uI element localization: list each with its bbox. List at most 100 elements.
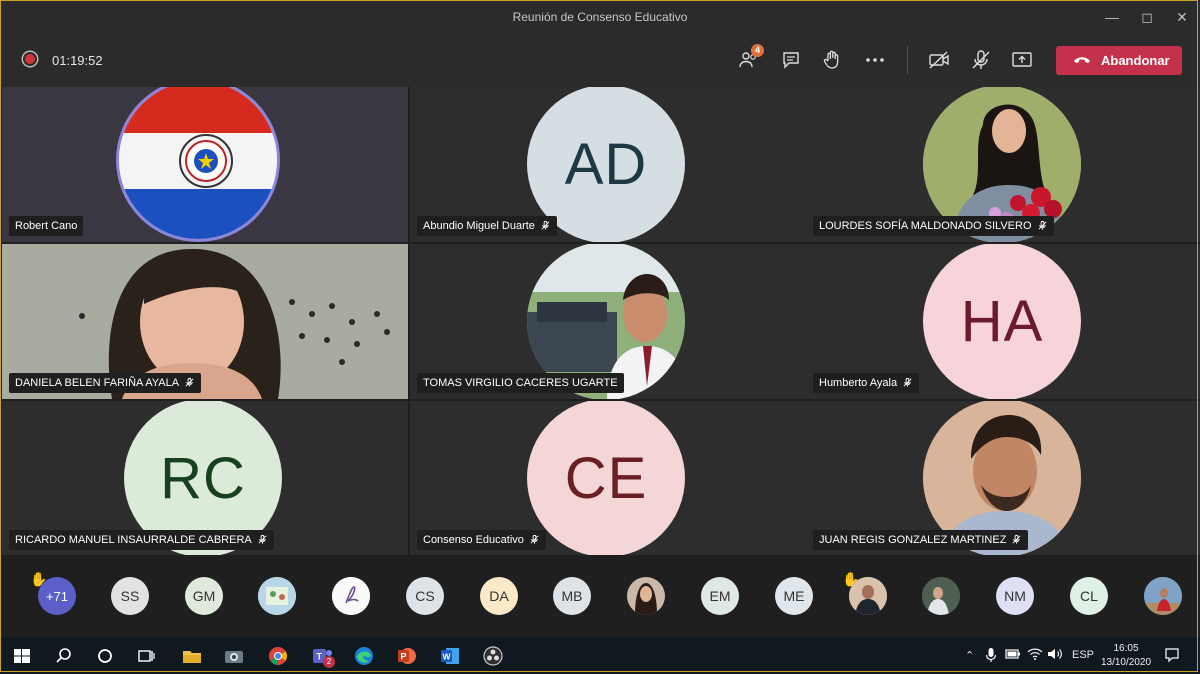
chrome-button[interactable] — [266, 644, 290, 668]
edge-icon — [355, 647, 373, 665]
tray-overflow-icon[interactable]: ⌃ — [965, 649, 974, 662]
battery-icon[interactable] — [1005, 648, 1021, 663]
video-grid: Robert Cano AD Abundio Miguel Duarte LOU… — [0, 87, 1200, 556]
more-actions-button[interactable] — [863, 48, 887, 72]
teams-button[interactable]: T 2 — [310, 644, 335, 668]
language-indicator[interactable]: ESP — [1072, 649, 1094, 661]
leave-label: Abandonar — [1101, 53, 1170, 68]
tray-mic-icon[interactable] — [985, 647, 997, 666]
participant-chip[interactable]: EM — [701, 577, 739, 615]
teams-badge: 2 — [323, 656, 335, 668]
obs-button[interactable] — [481, 644, 505, 668]
participant-chip[interactable]: NM — [996, 577, 1034, 615]
volume-icon[interactable] — [1047, 647, 1063, 664]
word-icon: W — [441, 648, 459, 664]
participant-tile[interactable]: JUAN REGIS GONZALEZ MARTINEZ — [806, 401, 1200, 556]
participant-chip[interactable]: CL — [1070, 577, 1108, 615]
muted-mic-icon — [529, 532, 540, 552]
participant-chip[interactable]: GM — [185, 577, 223, 615]
hang-up-icon — [1074, 57, 1090, 63]
camera-toggle-button[interactable] — [927, 48, 951, 72]
overflow-participants-button[interactable]: +71 — [38, 577, 76, 615]
muted-mic-icon — [184, 375, 195, 395]
participant-name: TOMAS VIRGILIO CACERES UGARTE — [417, 373, 624, 393]
muted-mic-icon — [902, 375, 913, 395]
participant-name: DANIELA BELEN FARIÑA AYALA — [9, 373, 202, 395]
task-view-button[interactable] — [134, 644, 158, 668]
windows-taskbar: T 2 P W ⌃ ESP 16:05 13/10/2020 — [0, 637, 1200, 674]
svg-text:W: W — [443, 652, 452, 662]
hand-icon — [823, 50, 839, 69]
participant-tile[interactable]: HA Humberto Ayala — [806, 244, 1200, 399]
participant-tile[interactable]: CE Consenso Educativo — [410, 401, 816, 556]
svg-text:P: P — [401, 652, 407, 662]
participant-strip: ✋ +71 SS GM CS DA MB EM ME ✋ NM CL — [0, 555, 1200, 637]
svg-text:T: T — [317, 652, 323, 662]
wifi-icon[interactable] — [1027, 647, 1043, 664]
powerpoint-button[interactable]: P — [395, 644, 419, 668]
mic-off-icon — [972, 50, 990, 69]
share-screen-icon — [1012, 52, 1032, 67]
meeting-timer: 01:19:52 — [52, 53, 103, 68]
notifications-button[interactable] — [1164, 647, 1180, 666]
more-icon — [866, 58, 884, 62]
portrait-thumbnail-icon — [849, 577, 887, 615]
close-button[interactable]: ✕ — [1171, 6, 1193, 28]
participant-tile[interactable]: RC RICARDO MANUEL INSAURRALDE CABRERA — [2, 401, 408, 556]
participant-name: RICARDO MANUEL INSAURRALDE CABRERA — [9, 530, 274, 550]
initials-avatar: HA — [923, 244, 1081, 399]
participant-chip-photo[interactable] — [1144, 577, 1182, 615]
participants-badge: 4 — [751, 44, 764, 57]
participant-chip-photo[interactable] — [258, 577, 296, 615]
participant-chip[interactable]: SS — [111, 577, 149, 615]
participant-tile[interactable]: LOURDES SOFÍA MALDONADO SILVERO — [806, 87, 1200, 242]
paraguay-flag-icon — [119, 87, 277, 239]
toolbar-divider — [907, 46, 908, 74]
participant-tile[interactable]: TOMAS VIRGILIO CACERES UGARTE — [410, 244, 816, 399]
file-explorer-button[interactable] — [180, 644, 204, 668]
mic-toggle-button[interactable] — [969, 48, 993, 72]
logo-thumbnail-icon — [332, 577, 370, 615]
muted-mic-icon — [257, 532, 268, 552]
clock-date: 13/10/2020 — [1100, 657, 1152, 668]
windows-logo-icon — [14, 649, 30, 663]
chrome-icon — [269, 647, 287, 665]
camera-icon — [225, 651, 243, 663]
portrait-thumbnail-icon — [1144, 577, 1182, 615]
camera-app-button[interactable] — [222, 644, 246, 668]
participant-chip-photo[interactable] — [332, 577, 370, 615]
start-button[interactable] — [10, 644, 34, 668]
chat-button[interactable] — [779, 48, 803, 72]
search-button[interactable] — [52, 644, 76, 668]
participant-video-tile[interactable]: DANIELA BELEN FARIÑA AYALA — [2, 244, 408, 399]
muted-mic-icon — [1011, 532, 1022, 552]
participant-chip[interactable]: ME — [775, 577, 813, 615]
participant-chip-photo[interactable] — [627, 577, 665, 615]
cortana-icon — [98, 649, 112, 663]
share-screen-button[interactable] — [1010, 48, 1034, 72]
maximize-button[interactable]: ◻ — [1136, 6, 1158, 28]
participant-chip[interactable]: DA — [480, 577, 518, 615]
participant-name: Robert Cano — [9, 216, 84, 236]
cortana-button[interactable] — [93, 644, 117, 668]
participant-tile[interactable]: Robert Cano — [2, 87, 408, 242]
participant-chip-photo[interactable] — [849, 577, 887, 615]
participant-chip[interactable]: MB — [553, 577, 591, 615]
participant-tile[interactable]: AD Abundio Miguel Duarte — [410, 87, 816, 242]
participant-chip-photo[interactable] — [922, 577, 960, 615]
participant-name: JUAN REGIS GONZALEZ MARTINEZ — [813, 530, 1029, 552]
edge-button[interactable] — [352, 644, 376, 668]
camera-off-icon — [929, 51, 949, 69]
participants-button[interactable]: 4 — [737, 44, 764, 72]
word-button[interactable]: W — [438, 644, 462, 668]
leave-button[interactable]: Abandonar — [1056, 46, 1182, 75]
system-clock[interactable]: 16:05 13/10/2020 — [1094, 642, 1158, 670]
obs-icon — [483, 646, 503, 666]
raise-hand-button[interactable] — [820, 48, 844, 72]
powerpoint-icon: P — [398, 648, 416, 664]
participant-chip[interactable]: CS — [406, 577, 444, 615]
initials-avatar: CE — [527, 401, 685, 556]
meeting-toolbar: 01:19:52 4 Abandonar — [0, 34, 1200, 87]
muted-mic-icon — [1037, 218, 1048, 238]
minimize-button[interactable]: — — [1101, 6, 1123, 28]
